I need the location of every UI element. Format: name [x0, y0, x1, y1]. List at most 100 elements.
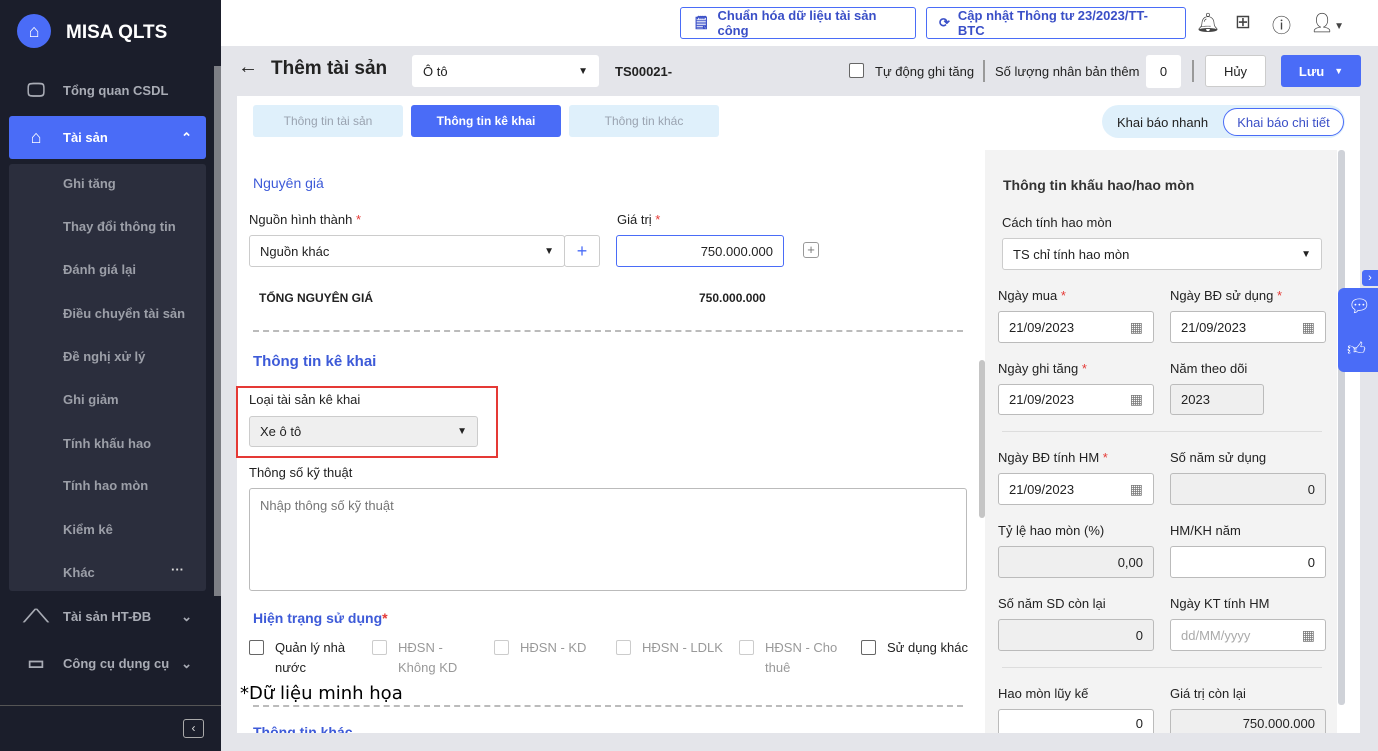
caret-down-icon: ▼: [1334, 21, 1345, 32]
sidebar-item-tools[interactable]: ▭ Công cụ dụng cụ ⌄: [9, 642, 206, 685]
submenu-item[interactable]: Thay đổi thông tin: [63, 219, 176, 234]
annual-input[interactable]: 0: [1170, 546, 1326, 578]
submenu-item[interactable]: Đánh giá lại: [63, 262, 136, 277]
submenu-item[interactable]: Khác: [63, 565, 95, 580]
usage-checkbox-non-business[interactable]: [372, 640, 387, 655]
total-label: TỔNG NGUYÊN GIÁ: [259, 291, 374, 305]
sidebar-item-assets[interactable]: ⌂ Tài sản ⌃: [9, 116, 206, 159]
required-mark: *: [1060, 288, 1066, 303]
mode-detail[interactable]: Khai báo chi tiết: [1223, 108, 1344, 136]
sidebar-item-infrastructure[interactable]: ⟋⟍ Tài sản HT-ĐB ⌄: [9, 595, 206, 638]
funding-source-select[interactable]: Nguồn khác ▼: [249, 235, 565, 267]
chat-icon[interactable]: 💬︎: [1348, 296, 1371, 317]
add-value-icon[interactable]: +: [803, 242, 819, 258]
label-text: Ngày BĐ sử dụng: [1170, 288, 1274, 303]
copies-input[interactable]: 0: [1146, 55, 1181, 88]
submenu-item[interactable]: Đề nghị xử lý: [63, 349, 145, 364]
use-date-input[interactable]: 21/09/2023 ▦: [1170, 311, 1326, 343]
sidebar-item-label: Tổng quan CSDL: [63, 83, 169, 98]
spec-textarea[interactable]: [249, 488, 967, 591]
cancel-button[interactable]: Hủy: [1205, 55, 1266, 87]
submenu-item[interactable]: Tính hao mòn: [63, 478, 148, 493]
submenu-item[interactable]: Kiểm kê: [63, 522, 113, 537]
road-icon: ⟋⟍: [23, 606, 49, 626]
increase-date-input[interactable]: 21/09/2023 ▦: [998, 384, 1154, 415]
usage-checkbox-state-management[interactable]: [249, 640, 264, 655]
depr-start-input[interactable]: 21/09/2023 ▦: [998, 473, 1154, 505]
source-label: Nguồn hình thành *: [249, 212, 361, 227]
section-title-declaration: Thông tin kê khai: [253, 353, 377, 370]
calendar-icon[interactable]: ▦: [1302, 627, 1315, 644]
auto-increase-checkbox[interactable]: [849, 63, 864, 78]
rate-input: 0,00: [998, 546, 1154, 578]
caret-down-icon: ▼: [544, 245, 554, 257]
asset-type-select[interactable]: Ô tô ▼: [412, 55, 599, 87]
tab-other-info[interactable]: Thông tin khác: [569, 105, 719, 137]
calendar-icon[interactable]: ▦: [1130, 481, 1143, 498]
calendar-icon[interactable]: ▦: [1130, 319, 1143, 336]
more-icon[interactable]: ···: [171, 562, 184, 577]
residual-input: 750.000.000: [1170, 709, 1326, 733]
thumbs-up-stars-icon[interactable]: 👍︎: [1347, 338, 1366, 360]
tab-asset-info[interactable]: Thông tin tài sản: [253, 105, 403, 137]
submenu-item[interactable]: Ghi giảm: [63, 392, 119, 407]
help-icon[interactable]: ⓘ: [1272, 11, 1291, 38]
usage-checkbox-lease[interactable]: [739, 640, 754, 655]
section-title-other: Thông tin khác: [253, 724, 353, 733]
remaining-years-label: Số năm SD còn lại: [998, 596, 1106, 611]
usage-checkbox-business[interactable]: [494, 640, 509, 655]
panel-scrollbar[interactable]: [1338, 150, 1345, 705]
tracking-year-label: Năm theo dõi: [1170, 361, 1248, 376]
end-date-input[interactable]: dd/MM/yyyy ▦: [1170, 619, 1326, 651]
refresh-icon: ⟳: [939, 15, 950, 30]
standardize-data-button[interactable]: 🗒 Chuẩn hóa dữ liệu tài sản công: [680, 7, 916, 39]
depr-start-label: Ngày BĐ tính HM *: [998, 450, 1108, 465]
calendar-icon[interactable]: ▦: [1130, 391, 1143, 408]
value-input[interactable]: 750.000.000: [616, 235, 784, 267]
mode-quick[interactable]: Khai báo nhanh: [1117, 115, 1208, 130]
required-mark: *: [382, 610, 388, 626]
use-date-label: Ngày BĐ sử dụng *: [1170, 288, 1282, 303]
select-value: Nguồn khác: [260, 243, 330, 259]
sidebar-item-overview[interactable]: 🖵 Tổng quan CSDL: [9, 69, 206, 112]
label-text: Ngày mua: [998, 288, 1058, 303]
required-mark: *: [1081, 361, 1087, 376]
divider: [1192, 60, 1194, 82]
submenu-item[interactable]: Tính khấu hao: [63, 436, 151, 451]
residual-label: Giá trị còn lại: [1170, 686, 1246, 701]
button-label: Lưu: [1298, 63, 1325, 79]
declared-type-select[interactable]: Xe ô tô ▼: [249, 416, 478, 447]
accumulated-label: Hao mòn lũy kế: [998, 686, 1089, 701]
asset-code: TS00021-: [615, 64, 673, 79]
sidebar-item-label: Công cụ dụng cụ: [63, 656, 170, 671]
sidebar-scrollbar[interactable]: [214, 66, 221, 596]
remaining-years-input: 0: [998, 619, 1154, 651]
checkbox-label: HĐSN - Cho thuê: [765, 640, 838, 675]
submenu-item[interactable]: Điều chuyển tài sản: [63, 306, 185, 321]
save-button[interactable]: Lưu ▼: [1281, 55, 1361, 87]
caret-down-icon: ▼: [1334, 66, 1344, 76]
back-arrow-icon[interactable]: ←: [238, 56, 258, 79]
accumulated-input[interactable]: 0: [998, 709, 1154, 733]
submenu-item[interactable]: Ghi tăng: [63, 176, 116, 191]
update-circular-button[interactable]: ⟳ Cập nhật Thông tư 23/2023/TT-BTC: [926, 7, 1186, 39]
button-label: Chuẩn hóa dữ liệu tài sản công: [717, 8, 877, 38]
tab-declaration-info[interactable]: Thông tin kê khai: [411, 105, 561, 137]
divider: [253, 330, 963, 332]
method-select[interactable]: TS chỉ tính hao mòn ▼: [1002, 238, 1322, 270]
section-title-usage-status: Hiện trạng sử dụng*: [253, 610, 388, 626]
apps-grid-icon[interactable]: ⊞: [1235, 11, 1251, 34]
calendar-icon[interactable]: ▦: [1302, 319, 1315, 336]
divider: [253, 705, 963, 707]
expand-widget-icon[interactable]: ›: [1362, 270, 1378, 286]
collapse-sidebar-button[interactable]: ‹: [183, 719, 204, 738]
label-text: Ngày ghi tăng: [998, 361, 1079, 376]
bell-icon[interactable]: 🔔︎: [1196, 11, 1220, 35]
user-avatar-icon[interactable]: 👤︎▼: [1310, 11, 1344, 35]
buy-date-input[interactable]: 21/09/2023 ▦: [998, 311, 1154, 343]
add-source-button[interactable]: +: [564, 235, 600, 267]
document-star-icon: 🗒: [693, 15, 710, 30]
usage-checkbox-other[interactable]: [861, 640, 876, 655]
usage-checkbox-joint-venture[interactable]: [616, 640, 631, 655]
total-value: 750.000.000: [699, 291, 766, 305]
